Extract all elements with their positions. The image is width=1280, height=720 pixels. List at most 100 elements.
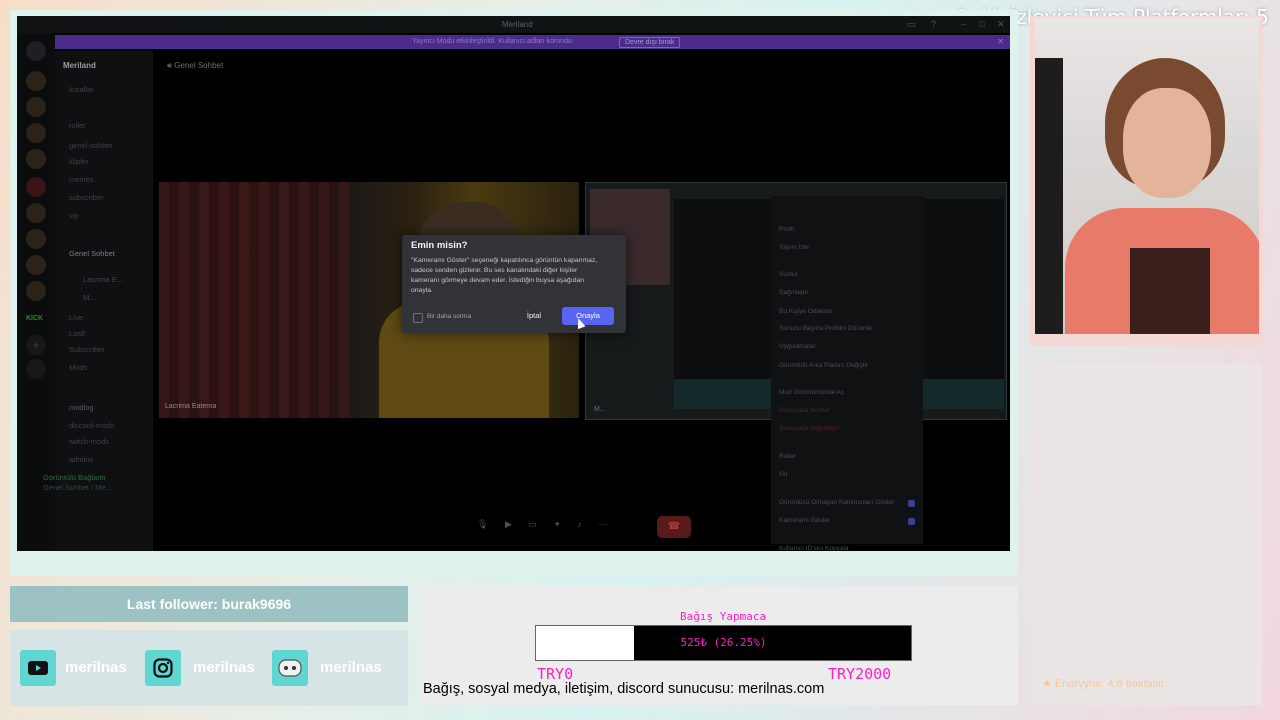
context-menu-item[interactable]: Yayını İzle bbox=[779, 244, 809, 251]
banner-close-icon[interactable]: ✕ bbox=[997, 37, 1004, 46]
streamer-mode-banner: Yayıncı Modu etkinleştirildi. Kullanıcı … bbox=[54, 35, 1010, 49]
server-name[interactable]: Meriland bbox=[63, 61, 96, 70]
channel-item[interactable]: vip bbox=[69, 211, 79, 220]
channel-item[interactable]: subscriber bbox=[69, 193, 104, 202]
voice-status: Görüntülü Bağlantı bbox=[43, 473, 106, 482]
channel-item[interactable]: twitch-mods bbox=[69, 437, 109, 446]
channel-item[interactable]: admins bbox=[69, 455, 93, 464]
channel-item[interactable]: memes bbox=[69, 175, 94, 184]
context-menu-item[interactable]: Uygulamalar bbox=[779, 343, 816, 350]
participant-name: M... bbox=[594, 406, 606, 413]
server-icon[interactable] bbox=[26, 203, 46, 223]
activity-icon[interactable]: ✦ bbox=[553, 519, 561, 529]
context-menu-item[interactable]: Bu Kişiye Odaklan bbox=[779, 308, 832, 315]
channel-item[interactable]: Subscriber bbox=[69, 345, 105, 354]
confirm-dialog: Emin misin? "Kameramı Göster" seçeneği k… bbox=[402, 235, 626, 333]
inbox-icon[interactable]: ▭ bbox=[907, 19, 916, 30]
context-menu-item[interactable]: Roller bbox=[779, 453, 796, 460]
dialog-title: Emin misin? bbox=[411, 240, 468, 251]
minimize-icon[interactable]: – bbox=[961, 19, 966, 29]
channel-item[interactable]: klipler bbox=[69, 157, 89, 166]
channel-item[interactable]: genel-sohbet bbox=[69, 141, 112, 150]
channel-list: Meriland kurallar roller genel-sohbet kl… bbox=[43, 51, 153, 551]
channel-header: 🔊︎ Genel Sohbet bbox=[167, 61, 223, 71]
add-server-icon[interactable]: + bbox=[26, 335, 46, 355]
more-options-icon[interactable]: ⋯ bbox=[599, 519, 608, 529]
donation-max-label: TRY2000 bbox=[828, 665, 892, 683]
explore-icon[interactable] bbox=[26, 359, 46, 379]
dialog-body: "Kameramı Göster" seçeneği kapatılınca g… bbox=[411, 257, 598, 294]
dont-ask-label[interactable]: Bir daha sorma bbox=[427, 313, 471, 320]
streamer-webcam bbox=[1035, 18, 1259, 334]
server-icon[interactable] bbox=[26, 255, 46, 275]
camera-icon[interactable]: ▶︎ bbox=[505, 519, 512, 529]
checkbox-checked-icon[interactable] bbox=[908, 500, 915, 507]
help-icon[interactable]: ? bbox=[931, 19, 936, 29]
channel-item[interactable]: Mods bbox=[69, 363, 87, 372]
right-ticker: ★ Enarvyne: 4.6 baktasir bbox=[1042, 678, 1165, 690]
user-context-menu: Profil Yayını İzle Sustur Sağırlaştır Bu Kiş… bbox=[771, 196, 923, 551]
confirm-button[interactable]: Onayla bbox=[562, 307, 614, 325]
context-menu-item[interactable]: Sunucu Başına Profilini Düzenle bbox=[779, 325, 872, 332]
title-bar: Meriland ▭ ? – □ ✕ bbox=[17, 16, 1010, 33]
instagram-handle: merilnas bbox=[193, 659, 255, 676]
channel-header-title: Genel Sohbet bbox=[174, 61, 224, 70]
server-icon[interactable] bbox=[26, 71, 46, 91]
channel-item[interactable]: modlog bbox=[69, 403, 94, 412]
donation-info: Bağış, sosyal medya, iletişim, discord s… bbox=[423, 681, 825, 697]
server-icon[interactable] bbox=[26, 177, 46, 197]
voice-user[interactable]: Lacrima E... bbox=[83, 275, 123, 284]
channel-item[interactable]: discord-mods bbox=[69, 421, 114, 430]
server-icon[interactable] bbox=[26, 97, 46, 117]
kick-server-label[interactable]: KICK bbox=[26, 315, 43, 322]
server-icon[interactable] bbox=[26, 149, 46, 169]
close-icon[interactable]: ✕ bbox=[997, 19, 1005, 30]
context-menu-item[interactable]: Sunucuda Sağırlaştır bbox=[779, 425, 840, 432]
context-menu-item[interactable]: Profil bbox=[779, 226, 794, 233]
disable-streamer-mode-button[interactable]: Devre dışı bırak bbox=[619, 37, 681, 48]
context-menu-item[interactable]: Sağırlaştır bbox=[779, 289, 809, 296]
context-menu-item[interactable]: Git bbox=[779, 471, 787, 478]
discord-home-icon[interactable] bbox=[26, 41, 46, 61]
voice-status-sub: Genel Sohbet / Me... bbox=[43, 483, 112, 492]
channel-item[interactable]: Lastl bbox=[69, 329, 85, 338]
last-follower-label: Last follower: burak9696 bbox=[10, 586, 408, 622]
context-menu-item[interactable]: Mod Görünümünde Aç bbox=[779, 389, 844, 396]
cancel-button[interactable]: İptal bbox=[520, 309, 548, 323]
banner-text: Yayıncı Modu etkinleştirildi. Kullanıcı … bbox=[412, 38, 574, 45]
discord-icon bbox=[272, 650, 308, 686]
youtube-handle: merilnas bbox=[65, 659, 127, 676]
context-menu-item[interactable]: Görüntülü Arka Planını Değiştir bbox=[779, 362, 868, 369]
webcam-person bbox=[1123, 88, 1211, 198]
curtain-background bbox=[159, 182, 349, 418]
server-icon[interactable] bbox=[26, 281, 46, 301]
server-icon[interactable] bbox=[26, 229, 46, 249]
instagram-icon bbox=[145, 650, 181, 686]
screen-share-icon[interactable]: ▭ bbox=[528, 519, 537, 529]
window-title: Meriland bbox=[502, 20, 533, 29]
phone-hangup-icon: ☎︎ bbox=[667, 521, 681, 532]
channel-item[interactable]: Live bbox=[69, 313, 83, 322]
maximize-icon[interactable]: □ bbox=[979, 19, 984, 29]
channel-item[interactable]: roller bbox=[69, 121, 86, 130]
context-menu-item[interactable]: Görüntüsü Olmayan Katılımcıları Göster bbox=[779, 499, 895, 506]
right-panel bbox=[1031, 364, 1262, 705]
disconnect-button[interactable]: ☎︎ bbox=[657, 516, 691, 538]
soundboard-icon[interactable]: ♪ bbox=[577, 519, 582, 529]
context-menu-item[interactable]: Sunucuda Sustur bbox=[779, 407, 829, 414]
voice-user[interactable]: M... bbox=[83, 293, 96, 302]
youtube-icon bbox=[20, 650, 56, 686]
dont-ask-checkbox[interactable] bbox=[413, 313, 423, 323]
participant-name: Lacrima Eaterna bbox=[165, 403, 217, 410]
channel-item[interactable]: kurallar bbox=[69, 85, 94, 94]
donation-title: Bağış Yapmaca bbox=[680, 610, 767, 623]
context-menu-item[interactable]: Kullanıcı ID'sini Kopyala bbox=[779, 545, 849, 551]
webcam-background bbox=[1035, 58, 1063, 334]
checkbox-checked-icon[interactable] bbox=[908, 518, 915, 525]
context-menu-item[interactable]: Sustur bbox=[779, 271, 798, 278]
microphone-icon[interactable]: 🎙︎ bbox=[477, 519, 488, 529]
context-menu-item[interactable]: Kameramı Göster bbox=[779, 517, 830, 524]
donation-progress-text: 525₺ (26.25%) bbox=[680, 636, 767, 649]
server-icon[interactable] bbox=[26, 123, 46, 143]
voice-channel-active[interactable]: Genel Sohbet bbox=[69, 249, 115, 258]
